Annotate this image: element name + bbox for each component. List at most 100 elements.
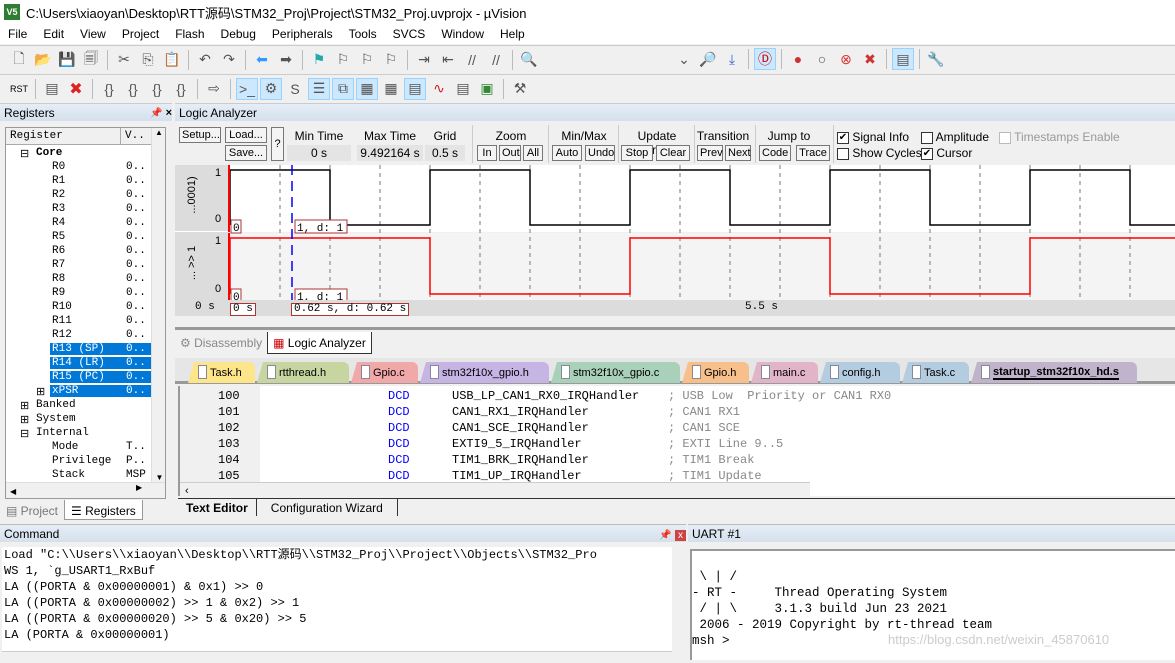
tree-group-banked[interactable]: ⊞ Banked [6, 399, 151, 413]
registers-vscrollbar[interactable]: ▲ ▼ [151, 128, 165, 482]
code-line[interactable]: 100 DCD USB_LP_CAN1_RX0_IRQHandler ; USB Lo… [180, 388, 1170, 404]
next-bookmark-icon[interactable]: ⚐ [356, 49, 378, 71]
auto-button[interactable]: Auto [552, 145, 582, 161]
file-tab[interactable]: Task.h [188, 362, 255, 383]
tab-project[interactable]: ▤ Project [0, 500, 64, 520]
bookmark-icon[interactable]: ⚑ [308, 49, 330, 71]
file-tab[interactable]: stm32f10x_gpio.c [551, 362, 680, 383]
paste-icon[interactable]: 📋 [161, 49, 183, 71]
save-icon[interactable]: 💾 [56, 49, 78, 71]
stop-button[interactable]: Stop [621, 145, 653, 161]
jump-code-button[interactable]: Code [759, 145, 791, 161]
signal-row-2[interactable]: ... >> 1 1 0 [175, 233, 228, 300]
code-editor[interactable]: 100 DCD USB_LP_CAN1_RX0_IRQHandler ; USB Lo… [178, 386, 1175, 496]
pin-icon[interactable]: 📌 × [150, 107, 172, 119]
register-row[interactable]: R7 0.. [6, 259, 151, 273]
register-row[interactable]: R6 0.. [6, 245, 151, 259]
file-tab[interactable]: Gpio.c [351, 362, 418, 383]
menu-help[interactable]: Help [492, 27, 533, 41]
find-in-files-icon[interactable]: 🔍 [518, 49, 540, 71]
prev-transition-button[interactable]: Prev [697, 145, 723, 161]
tab-configuration-wizard[interactable]: Configuration Wizard [257, 499, 398, 516]
new-file-icon[interactable]: 🗋 [8, 49, 30, 71]
register-row[interactable]: R0 0.. [6, 161, 151, 175]
step-into-icon[interactable]: {} [98, 78, 120, 100]
jump-trace-button[interactable]: Trace [796, 145, 830, 161]
registers-window-icon[interactable]: ☰ [308, 77, 330, 100]
register-row[interactable]: R10 0.. [6, 301, 151, 315]
watch-window-icon[interactable]: ▦ [356, 77, 378, 100]
code-line[interactable]: 103 DCD EXTI9_5_IRQHandler ; EXTI Line 9..5 [180, 436, 1170, 452]
call-stack-window-icon[interactable]: ⧉ [332, 77, 354, 100]
zoom-all-button[interactable]: All [523, 145, 543, 161]
cut-icon[interactable]: ✂ [113, 49, 135, 71]
register-row[interactable]: R4 0.. [6, 217, 151, 231]
save-all-icon[interactable]: 🗐 [80, 49, 102, 71]
undo-icon[interactable]: ↶ [194, 49, 216, 71]
stop-icon[interactable]: ✖ [65, 78, 87, 100]
step-over-icon[interactable]: {} [122, 78, 144, 100]
file-tab[interactable]: rtthread.h [257, 362, 349, 383]
cursor-checkbox[interactable]: ✔ Cursor [921, 146, 972, 160]
register-row[interactable]: R8 0.. [6, 273, 151, 287]
register-row[interactable]: ⊞ xPSR 0.. [6, 385, 151, 399]
menu-window[interactable]: Window [433, 27, 492, 41]
register-row[interactable]: R13 (SP) 0.. [6, 343, 151, 357]
copy-icon[interactable]: ⎘ [137, 49, 159, 71]
prev-bookmark-icon[interactable]: ⚐ [332, 49, 354, 71]
step-out-icon[interactable]: {} [146, 78, 168, 100]
clear-bookmarks-icon[interactable]: ⚐ [380, 49, 402, 71]
tree-group-core[interactable]: ⊟ Core [6, 147, 151, 161]
menu-tools[interactable]: Tools [341, 27, 385, 41]
setup-button[interactable]: Setup... [179, 127, 221, 143]
navigate-back-icon[interactable]: ⬅ [251, 49, 273, 71]
register-row[interactable]: R12 0.. [6, 329, 151, 343]
indent-icon[interactable]: ⇥ [413, 49, 435, 71]
help-button[interactable]: ? [271, 127, 284, 161]
command-hscrollbar[interactable] [2, 651, 672, 663]
menu-peripherals[interactable]: Peripherals [264, 27, 341, 41]
file-tab[interactable]: main.c [751, 362, 818, 383]
analysis-window-icon[interactable]: ∿ [428, 78, 450, 100]
tree-group-system[interactable]: ⊞ System [6, 413, 151, 427]
load-button[interactable]: Load... [225, 127, 267, 143]
zoom-in-button[interactable]: In [477, 145, 497, 161]
register-row[interactable]: R1 0.. [6, 175, 151, 189]
register-row[interactable]: R11 0.. [6, 315, 151, 329]
save-button[interactable]: Save... [225, 145, 267, 161]
code-line[interactable]: 102 DCD CAN1_SCE_IRQHandler ; CAN1 SCE [180, 420, 1170, 436]
window-layout-icon[interactable]: ▤ [892, 48, 914, 70]
menu-view[interactable]: View [72, 27, 114, 41]
run-to-cursor-icon[interactable]: {} [170, 78, 192, 100]
file-tab[interactable]: stm32f10x_gpio.h [420, 362, 549, 383]
open-file-icon[interactable]: 📂 [32, 49, 54, 71]
code-line[interactable]: 104 DCD TIM1_BRK_IRQHandler ; TIM1 Break [180, 452, 1170, 468]
expand-icon[interactable]: ⊞ [20, 413, 29, 427]
command-window-icon[interactable]: >_ [236, 77, 258, 100]
zoom-out-button[interactable]: Out [499, 145, 521, 161]
memory-window-icon[interactable]: ▦ [380, 78, 402, 100]
column-value[interactable]: V.. [120, 128, 145, 145]
register-row[interactable]: Stack MSP [6, 469, 151, 483]
pin-icon[interactable]: 📌 [659, 530, 671, 541]
file-tab[interactable]: Gpio.h [682, 362, 749, 383]
debug-session-icon[interactable]: Ⓓ [754, 48, 776, 70]
toolbox-icon[interactable]: ⚒ [509, 78, 531, 100]
breakpoint-icon[interactable]: ● [787, 48, 809, 70]
expand-icon[interactable]: ⊞ [36, 385, 45, 399]
expand-icon[interactable]: ⊞ [20, 399, 29, 413]
disassembly-window-icon[interactable]: ⚙ [260, 77, 282, 100]
symbols-window-icon[interactable]: S [284, 78, 306, 100]
show-cycles-checkbox[interactable]: Show Cycles [837, 146, 922, 160]
register-row[interactable]: R15 (PC) 0.. [6, 371, 151, 385]
collapse-icon[interactable]: ⊟ [20, 147, 29, 161]
register-row[interactable]: Privilege P.. [6, 455, 151, 469]
tab-registers[interactable]: ☰ Registers [64, 500, 143, 520]
run-icon[interactable]: ▤ [41, 78, 63, 100]
system-viewer-icon[interactable]: ▣ [476, 78, 498, 100]
register-row[interactable]: Mode T.. [6, 441, 151, 455]
kill-breakpoints-icon[interactable]: ✖ [859, 48, 881, 70]
register-row[interactable]: R2 0.. [6, 189, 151, 203]
waveform-area[interactable]: 0 1, d: 1 0 1, d: 1 [228, 165, 1175, 300]
dropdown-icon[interactable]: ⌄ [673, 48, 695, 70]
